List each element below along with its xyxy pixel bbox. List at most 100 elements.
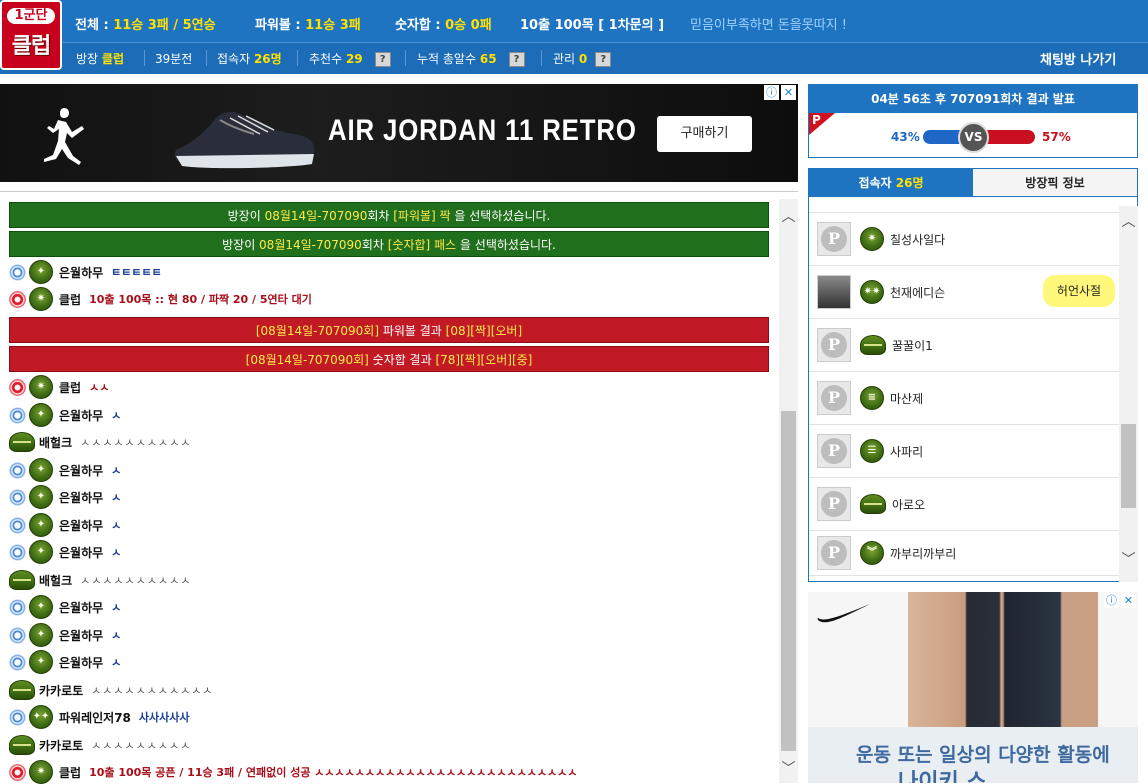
- chat-nickname[interactable]: 파워레인저78: [59, 709, 131, 726]
- rank-badge-icon: ☰: [860, 439, 884, 463]
- chat-message: ✦ 은월하무 ㅅ: [9, 595, 121, 619]
- user-row[interactable]: P ✷ 칠성사일다: [809, 213, 1119, 266]
- powerball-record: 파워볼 : 11승 3패: [255, 18, 361, 33]
- ad-info-icon[interactable]: ⓘ: [1104, 593, 1119, 608]
- chat-nickname[interactable]: 배헐크: [39, 572, 72, 589]
- user-name: 까부리까부리: [890, 546, 957, 561]
- chat-text: 사사사사사: [138, 711, 190, 724]
- level-badge-icon: [9, 598, 26, 616]
- chat-text: ㅌㅌㅌㅌㅌ: [111, 266, 162, 279]
- ad-close-icon[interactable]: ✕: [781, 85, 796, 100]
- user-name: 아로오: [892, 497, 926, 512]
- chat-nickname[interactable]: 배헐크: [39, 434, 72, 451]
- chat-text: ㅅㅅ: [89, 381, 110, 394]
- users-scrollbar[interactable]: [1119, 206, 1138, 582]
- manage-count: 관리 0?: [553, 50, 612, 67]
- chat-nickname[interactable]: 은월하무: [59, 407, 103, 424]
- ad-copy-line1: 운동 또는 일상의 다양한 활동에: [856, 744, 1110, 766]
- nike-swoosh-icon: [817, 604, 870, 623]
- manage-help-button[interactable]: ?: [595, 52, 612, 67]
- host-pick-message: 방장이 08월14일-707090회차 [숫자합] 패스 을 선택하셨습니다.: [9, 231, 769, 257]
- shorts-image: [908, 592, 1098, 727]
- powerball-result-message: [08월14일-707090회] 파워볼 결과 [08][짝][오버]: [9, 317, 769, 343]
- user-row[interactable]: P ≡ 마산제: [809, 372, 1119, 425]
- chat-nickname[interactable]: 클럽: [59, 291, 81, 308]
- level-badge-icon: [9, 461, 26, 479]
- user-name: 사파리: [890, 444, 924, 459]
- chat-message: 카카로토 ㅅㅅㅅㅅㅅㅅㅅㅅㅅ: [9, 733, 191, 757]
- chat-nickname[interactable]: 은월하무: [59, 462, 103, 479]
- user-row[interactable]: P ︾ 까부리까부리: [809, 531, 1119, 576]
- rank-badge-icon: ✷: [29, 375, 53, 399]
- chat-nickname[interactable]: 카카로토: [39, 737, 83, 754]
- users-scroll-thumb[interactable]: [1121, 424, 1136, 508]
- user-row[interactable]: P 아로오: [809, 478, 1119, 531]
- user-name: 꿀꿀이1: [892, 338, 933, 353]
- status-bubble: 허언사절: [1043, 275, 1115, 307]
- chat-nickname[interactable]: 은월하무: [59, 599, 103, 616]
- recommend-help-button[interactable]: ?: [374, 52, 391, 67]
- chat-nickname[interactable]: 카카로토: [39, 682, 83, 699]
- chat-scroll-up-icon[interactable]: ︿: [779, 206, 798, 226]
- rank-badge-icon: ︾: [860, 541, 884, 565]
- chat-message: 배헐크 ㅅㅅㅅㅅㅅㅅㅅㅅㅅㅅ: [9, 568, 191, 592]
- rank-badge-icon: ✷: [29, 287, 53, 311]
- room-age: 39분전: [155, 52, 193, 66]
- sneaker-image: [174, 111, 315, 169]
- divider: [405, 50, 406, 66]
- divider: [541, 50, 542, 66]
- chat-nickname[interactable]: 은월하무: [59, 627, 103, 644]
- chat-text: 10출 100목 공픈 / 11승 3패 / 연패없이 성공 ㅅㅅㅅㅅㅅㅅㅅㅅㅅ…: [89, 766, 578, 779]
- divider: [206, 50, 207, 66]
- rank-badge-icon: ✦: [29, 403, 53, 427]
- right-ad-banner[interactable]: 운동 또는 일상의 다양한 활동에 나이키 스 ⓘ ✕: [808, 592, 1138, 783]
- avatar: P: [817, 487, 851, 521]
- chat-nickname[interactable]: 은월하무: [59, 489, 103, 506]
- users-scroll-down-icon[interactable]: ﹀: [1119, 549, 1138, 569]
- total-record: 전체 : 11승 3패 / 5연승: [75, 18, 216, 33]
- ad-buy-button[interactable]: 구매하기: [657, 116, 752, 152]
- chat-nickname[interactable]: 클럽: [59, 379, 81, 396]
- rank-badge-icon: ✦✦: [29, 705, 53, 729]
- user-row[interactable]: P ☰ 사파리: [809, 425, 1119, 478]
- chat-nickname[interactable]: 은월하무: [59, 517, 103, 534]
- ad-close-icon[interactable]: ✕: [1121, 593, 1136, 608]
- host-pick-message: 방장이 08월14일-707090회차 [파워볼] 짝 을 선택하셨습니다.: [9, 202, 769, 228]
- exit-chatroom-button[interactable]: 채팅방 나가기: [1040, 49, 1116, 68]
- level-badge-icon: [9, 653, 26, 671]
- jumpman-logo-icon: [44, 108, 84, 165]
- chat-message: ✦ 은월하무 ㅅ: [9, 485, 121, 509]
- chat-nickname[interactable]: 은월하무: [59, 264, 103, 281]
- chat-message: ✷ 클럽 10출 100목 공픈 / 11승 3패 / 연패없이 성공 ㅅㅅㅅㅅㅅㅅ…: [9, 760, 577, 784]
- tab-host-pick[interactable]: 방장픽 정보: [973, 169, 1137, 196]
- rank-badge-icon: ✦: [29, 623, 53, 647]
- cadet-cap-icon: [9, 432, 35, 452]
- bet-info: 10출 100목 [ 1차문의 ]: [520, 18, 665, 33]
- chat-nickname[interactable]: 클럽: [59, 764, 81, 781]
- users-panel: 접속자 26명 방장픽 정보 P ✷ 칠성사일다 ✷✷ 천재에디슨 허언사절 P 꿀꿀이…: [808, 168, 1138, 582]
- level-badge-icon: [9, 708, 26, 726]
- ad-info-icon[interactable]: ⓘ: [764, 85, 779, 100]
- chat-text: ㅅ: [111, 629, 122, 642]
- chat-scroll-down-icon[interactable]: ﹀: [779, 758, 798, 778]
- user-row[interactable]: P 꿀꿀이1: [809, 319, 1119, 372]
- number-sum-result-message: [08월14일-707090회] 숫자합 결과 [78][짝][오버][중]: [9, 346, 769, 372]
- chat-message: ✦ 은월하무 ㅅ: [9, 458, 121, 482]
- user-row-partial: [809, 199, 1119, 213]
- chat-nickname[interactable]: 은월하무: [59, 544, 103, 561]
- rank-badge-icon: ✦: [29, 513, 53, 537]
- chat-scroll-thumb[interactable]: [781, 411, 796, 751]
- chat-nickname[interactable]: 은월하무: [59, 654, 103, 671]
- avatar: P: [817, 381, 851, 415]
- chat-message: 카카로토 ㅅㅅㅅㅅㅅㅅㅅㅅㅅㅅㅅ: [9, 678, 214, 702]
- level-badge-icon: [9, 406, 26, 424]
- level-badge-icon: [9, 516, 26, 534]
- tab-users[interactable]: 접속자 26명: [809, 169, 973, 196]
- chat-text: ㅅ: [111, 491, 122, 504]
- rank-badge-icon: ✦: [29, 458, 53, 482]
- bullet-help-button[interactable]: ?: [508, 52, 525, 67]
- users-scroll-up-icon[interactable]: ︿: [1119, 211, 1138, 231]
- avatar: P: [817, 536, 851, 570]
- club-logo[interactable]: 1군단 클럽: [0, 0, 62, 70]
- chat-scrollbar[interactable]: [779, 199, 798, 783]
